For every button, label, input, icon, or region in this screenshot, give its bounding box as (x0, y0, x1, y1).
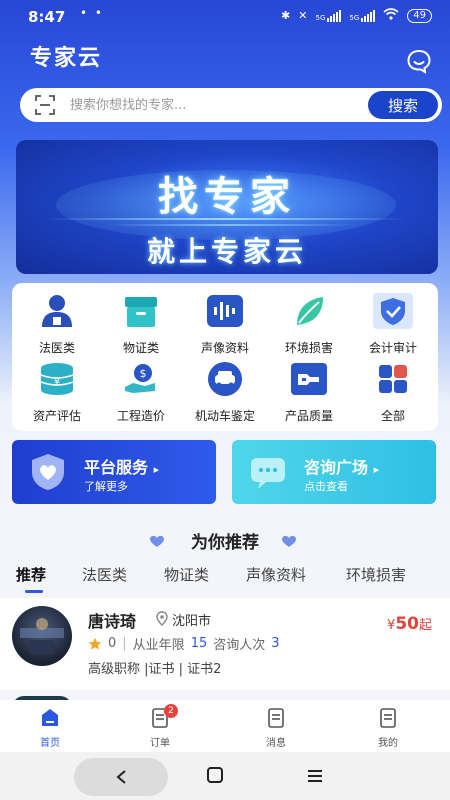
tab-forensic[interactable]: 法医类 (82, 564, 127, 585)
chat-bubble-icon (251, 458, 285, 489)
heart-shield-icon (32, 454, 64, 490)
shield-check-icon (373, 293, 413, 329)
expert-rating: 0 (108, 636, 117, 651)
nav-messages[interactable]: 消息 (246, 706, 306, 749)
avatar (12, 606, 72, 666)
promo-banner[interactable]: 找专家 就上专家云 (16, 140, 438, 274)
category-asset-appraisal[interactable]: ¥ 资产评估 (14, 361, 100, 424)
platform-service-title: 平台服务 ▸ (84, 458, 160, 477)
platform-service-card[interactable]: 平台服务 ▸ 了解更多 (12, 440, 216, 504)
menu-icon (308, 770, 322, 782)
nav-mine[interactable]: 我的 (358, 706, 418, 749)
consult-plaza-card[interactable]: 咨询广场 ▸ 点击查看 (232, 440, 436, 504)
heart-icon (282, 535, 296, 547)
home-icon (42, 709, 58, 726)
category-label: 全部 (380, 409, 405, 423)
tab-environment[interactable]: 环境损害 (346, 564, 406, 585)
expert-city: 沈阳市 (172, 614, 212, 629)
tab-audio-video[interactable]: 声像资料 (246, 564, 306, 585)
square-icon (207, 767, 223, 783)
consult-plaza-sub: 点击查看 (304, 480, 348, 493)
expert-card[interactable]: 唐诗琦 沈阳市 ¥50起 0 | 从业年限 15 咨询人次 3 高级职称 |证书… (0, 598, 450, 690)
profile-icon (380, 708, 396, 728)
system-back-button[interactable] (74, 758, 168, 796)
banner-streak (106, 224, 356, 226)
tab-evidence[interactable]: 物证类 (164, 564, 209, 585)
audio-wave-icon (207, 295, 243, 327)
expert-consults: 3 (271, 636, 280, 651)
leaf-icon (297, 297, 323, 325)
recommend-title: 为你推荐 (191, 533, 259, 553)
expert-price: ¥50起 (387, 614, 432, 634)
chat-bubble-icon (407, 49, 431, 74)
expert-years: 15 (190, 636, 208, 651)
star-icon (88, 637, 102, 650)
system-home-button[interactable] (206, 766, 226, 786)
category-label: 产品质量 (284, 409, 333, 423)
category-label: 会计审计 (368, 341, 417, 355)
category-vehicle[interactable]: 机动车鉴定 (182, 361, 268, 424)
expert-tags: 高级职称 |证书 | 证书2 (88, 662, 222, 677)
search-input[interactable] (70, 90, 368, 120)
vibrate-off-icon: ✕ (298, 9, 308, 22)
back-icon (116, 770, 126, 784)
message-icon (268, 708, 284, 728)
coin-stack-icon: ¥ (40, 363, 74, 395)
category-environment[interactable]: 环境损害 (266, 293, 352, 356)
platform-service-sub: 了解更多 (84, 480, 128, 493)
box-icon (125, 297, 157, 327)
active-tab-indicator (25, 590, 43, 593)
status-icons: ✱ ✕ 5G 5G 49 (281, 8, 432, 23)
category-label: 声像资料 (200, 341, 249, 355)
money-hand-icon: $ (125, 364, 155, 393)
consult-plaza-title: 咨询广场 ▸ (304, 458, 380, 477)
wifi-icon (383, 8, 399, 23)
location-pin-icon (156, 611, 168, 626)
order-badge: 2 (164, 704, 178, 718)
search-bar: 搜索 (20, 88, 442, 122)
svg-text:¥: ¥ (54, 377, 60, 388)
expert-stats: 0 | 从业年限 15 咨询人次 3 (88, 634, 280, 653)
category-label: 工程造价 (116, 409, 165, 423)
expert-name: 唐诗琦 (88, 612, 137, 631)
bottom-nav: 首页 2 订单 消息 我的 (0, 700, 450, 752)
status-dots: • • (80, 6, 104, 20)
signal-icon-2: 5G (349, 9, 376, 22)
grid-icon (379, 365, 407, 393)
category-audio-video[interactable]: 声像资料 (182, 293, 268, 356)
category-label: 资产评估 (32, 409, 81, 423)
category-label: 法医类 (38, 341, 75, 355)
category-product-quality[interactable]: 产品质量 (266, 361, 352, 424)
system-menu-button[interactable] (306, 768, 326, 786)
category-grid: 法医类 物证类 声像资料 环境损害 会计审计 ¥ 资产评估 $ 工程造价 机动车… (12, 283, 438, 431)
tab-recommend[interactable]: 推荐 (16, 564, 46, 585)
car-icon (208, 362, 242, 396)
doctor-icon (42, 295, 72, 327)
category-forensic-medicine[interactable]: 法医类 (14, 293, 100, 356)
banner-subtitle: 就上专家云 (146, 235, 307, 268)
status-time: 8:47 (28, 8, 66, 26)
category-all[interactable]: 全部 (350, 361, 436, 424)
status-bar: 8:47 • • ✱ ✕ 5G 5G 49 (0, 0, 450, 34)
nav-home[interactable]: 首页 (20, 706, 80, 749)
battery-icon: 49 (407, 8, 432, 23)
category-physical-evidence[interactable]: 物证类 (98, 293, 184, 356)
system-nav-bar (0, 752, 450, 800)
search-button[interactable]: 搜索 (368, 91, 438, 119)
category-label: 物证类 (122, 341, 159, 355)
bluetooth-icon: ✱ (281, 9, 291, 22)
nav-orders[interactable]: 2 订单 (130, 704, 190, 749)
category-accounting[interactable]: 会计审计 (350, 293, 436, 356)
svg-text:$: $ (140, 367, 147, 380)
category-label: 机动车鉴定 (194, 409, 255, 423)
recommend-tabs: 推荐 法医类 物证类 声像资料 环境损害 (0, 564, 450, 594)
app-title: 专家云 (30, 46, 103, 71)
category-engineering-cost[interactable]: $ 工程造价 (98, 361, 184, 424)
signal-icon-1: 5G (315, 9, 342, 22)
wrench-icon (291, 363, 327, 395)
banner-title: 找专家 (158, 174, 296, 220)
scan-icon[interactable] (34, 94, 56, 116)
customer-service-button[interactable] (406, 48, 432, 74)
category-label: 环境损害 (284, 341, 333, 355)
